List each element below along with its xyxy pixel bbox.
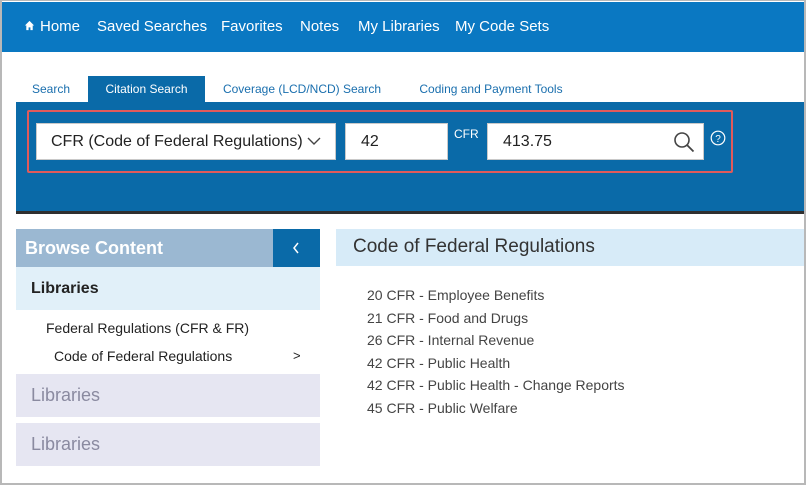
nav-favorites[interactable]: Favorites [221,2,283,52]
home-icon [24,20,35,31]
list-item[interactable]: 26 CFR - Internal Revenue [367,331,625,354]
cfr-separator-label: CFR [454,127,479,141]
svg-text:?: ? [715,134,721,145]
libraries-heading: Libraries [16,267,320,310]
nav-home[interactable]: Home [24,2,80,52]
sidebar-item-code-of-federal-regulations[interactable]: Code of Federal Regulations [54,348,232,364]
list-item[interactable]: 42 CFR - Public Health [367,354,625,377]
collapse-sidebar-button[interactable] [273,229,320,267]
sidebar-item-federal-regulations[interactable]: Federal Regulations (CFR & FR) [46,320,249,336]
list-item[interactable]: 42 CFR - Public Health - Change Reports [367,376,625,399]
chevron-down-icon [307,137,321,145]
search-icon[interactable] [673,131,695,153]
tab-coding-payment-tools[interactable]: Coding and Payment Tools [410,76,572,102]
browse-content-header: Browse Content [16,229,273,267]
nav-saved-searches[interactable]: Saved Searches [97,2,207,52]
section-input-value: 413.75 [503,133,552,150]
libraries-block[interactable]: Libraries [16,423,320,466]
nav-my-code-sets[interactable]: My Code Sets [455,2,549,52]
search-tabs: Search Citation Search Coverage (LCD/NCD… [2,52,804,102]
help-icon[interactable]: ? [710,130,726,146]
chevron-left-icon [293,242,299,254]
source-select-value: CFR (Code of Federal Regulations) [51,133,303,150]
tab-coverage-search[interactable]: Coverage (LCD/NCD) Search [216,76,388,102]
title-number-input[interactable]: 42 [345,123,448,160]
top-navigation: Home Saved Searches Favorites Notes My L… [2,2,804,52]
list-item[interactable]: 20 CFR - Employee Benefits [367,286,625,309]
nav-notes[interactable]: Notes [300,2,339,52]
nav-home-label: Home [40,18,81,35]
cfr-title-list: 20 CFR - Employee Benefits 21 CFR - Food… [367,286,625,421]
page-title: Code of Federal Regulations [336,229,804,266]
tab-search[interactable]: Search [25,76,77,102]
list-item[interactable]: 45 CFR - Public Welfare [367,399,625,422]
section-input[interactable]: 413.75 [487,123,704,160]
tab-citation-search[interactable]: Citation Search [88,76,205,102]
chevron-right-icon: > [293,348,301,363]
libraries-block[interactable]: Libraries [16,374,320,417]
source-select[interactable]: CFR (Code of Federal Regulations) [36,123,336,160]
list-item[interactable]: 21 CFR - Food and Drugs [367,309,625,332]
nav-my-libraries[interactable]: My Libraries [358,2,440,52]
